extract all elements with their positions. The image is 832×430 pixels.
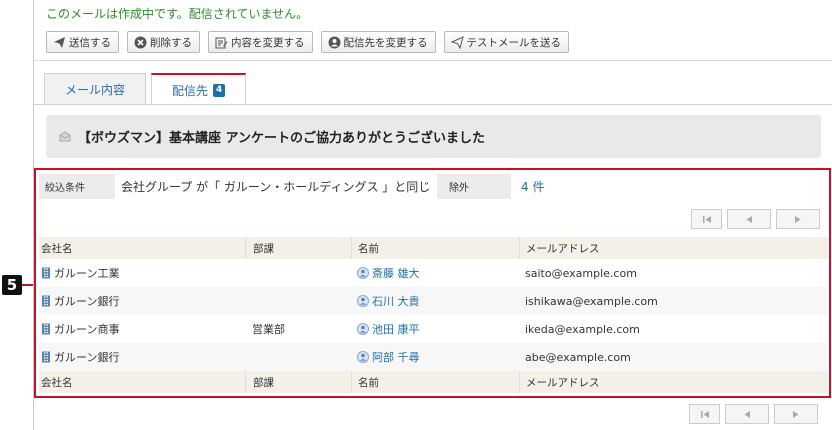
table-row: ガルーン工業 斎藤 雄大 saito@example.com bbox=[39, 259, 828, 287]
tab-bar: メール内容 配信先 4 bbox=[44, 73, 251, 105]
building-icon bbox=[41, 351, 51, 363]
first-page-button[interactable] bbox=[691, 209, 722, 229]
col-company: 会社名 bbox=[41, 242, 73, 255]
tab-mail-content-label: メール内容 bbox=[65, 82, 126, 97]
edit-content-label: 内容を変更する bbox=[231, 36, 305, 49]
edit-icon bbox=[215, 36, 228, 49]
edit-recipients-label: 配信先を変更する bbox=[343, 36, 428, 49]
toolbar-divider bbox=[34, 60, 832, 61]
col-email: メールアドレス bbox=[519, 237, 828, 259]
edit-content-button[interactable]: 内容を変更する bbox=[208, 31, 313, 53]
building-icon bbox=[41, 295, 51, 307]
mail-subject-bar: 【ボウズマン】基本講座 アンケートのご協力ありがとうございました bbox=[46, 115, 821, 158]
draft-notice: このメールは作成中です。配信されていません。 bbox=[46, 7, 309, 21]
prev-page-button[interactable] bbox=[727, 209, 771, 229]
exclude-label: 除外 bbox=[437, 174, 511, 199]
mail-subject: 【ボウズマン】基本講座 アンケートのご協力ありがとうございました bbox=[78, 131, 486, 146]
email-address: saito@example.com bbox=[525, 266, 637, 280]
company-name: ガルーン商事 bbox=[54, 323, 120, 336]
col-company: 会社名 bbox=[41, 376, 73, 389]
prev-page-button[interactable] bbox=[725, 404, 769, 424]
dept-name: 営業部 bbox=[252, 323, 285, 336]
first-page-button[interactable] bbox=[689, 404, 720, 424]
tab-underline bbox=[34, 104, 832, 105]
action-toolbar: 送信する 削除する 内容を変更する 配信先を変更する テストメールを送る bbox=[46, 31, 569, 53]
person-name-link[interactable]: 池田 康平 bbox=[372, 321, 420, 337]
exclude-count-link[interactable]: 4 件 bbox=[511, 174, 828, 199]
edit-recipients-button[interactable]: 配信先を変更する bbox=[320, 31, 436, 53]
filter-row: 絞込条件 会社グループ が「 ガルーン・ホールディングス 」と同じ 除外 4 件 bbox=[39, 174, 828, 199]
company-name: ガルーン銀行 bbox=[54, 295, 120, 308]
callout-marker: 5 bbox=[2, 275, 22, 295]
test-mail-label: テストメールを送る bbox=[466, 36, 562, 49]
tab-recipients-label: 配信先 bbox=[172, 83, 209, 98]
test-mail-button[interactable]: テストメールを送る bbox=[443, 31, 569, 53]
email-address: abe@example.com bbox=[525, 350, 631, 364]
filter-condition-label: 絞込条件 bbox=[39, 174, 115, 199]
person-name-link[interactable]: 斎藤 雄大 bbox=[372, 265, 420, 281]
pager-bottom bbox=[684, 404, 818, 424]
company-name: ガルーン銀行 bbox=[54, 351, 120, 364]
send-button[interactable]: 送信する bbox=[46, 31, 119, 53]
next-page-button[interactable] bbox=[776, 209, 820, 229]
send-label: 送信する bbox=[69, 36, 111, 49]
user-icon bbox=[357, 295, 369, 307]
person-name-link[interactable]: 石川 大貴 bbox=[372, 293, 420, 309]
col-name: 名前 bbox=[351, 371, 519, 393]
mail-icon bbox=[58, 130, 72, 144]
table-row: ガルーン商事 営業部 池田 康平 ikeda@example.com bbox=[39, 315, 828, 343]
recipients-count-badge: 4 bbox=[213, 83, 226, 97]
delete-icon bbox=[134, 36, 147, 49]
col-name: 名前 bbox=[351, 237, 519, 259]
recipients-table: 会社名 部課 名前 メールアドレス ガルーン工業 斎藤 雄大 saito@exa… bbox=[39, 237, 828, 393]
user-circle-icon bbox=[328, 36, 341, 49]
company-name: ガルーン工業 bbox=[54, 267, 120, 280]
delete-button[interactable]: 削除する bbox=[127, 31, 200, 53]
paper-plane-icon bbox=[450, 35, 464, 49]
user-icon bbox=[357, 267, 369, 279]
send-icon bbox=[53, 36, 66, 49]
pager-top bbox=[686, 209, 820, 229]
col-dept: 部課 bbox=[245, 371, 351, 393]
email-address: ishikawa@example.com bbox=[525, 294, 658, 308]
building-icon bbox=[41, 267, 51, 279]
filter-condition-value: 会社グループ が「 ガルーン・ホールディングス 」と同じ bbox=[121, 180, 431, 194]
recipients-section: 絞込条件 会社グループ が「 ガルーン・ホールディングス 」と同じ 除外 4 件… bbox=[34, 168, 831, 398]
table-row: ガルーン銀行 石川 大貴 ishikawa@example.com bbox=[39, 287, 828, 315]
person-name-link[interactable]: 阿部 千尋 bbox=[372, 349, 420, 365]
table-header: 会社名 部課 名前 メールアドレス bbox=[39, 237, 828, 259]
email-address: ikeda@example.com bbox=[525, 322, 640, 336]
user-icon bbox=[357, 351, 369, 363]
table-row: ガルーン銀行 阿部 千尋 abe@example.com bbox=[39, 343, 828, 371]
user-icon bbox=[357, 323, 369, 335]
col-dept: 部課 bbox=[245, 237, 351, 259]
table-footer-header: 会社名 部課 名前 メールアドレス bbox=[39, 371, 828, 393]
delete-label: 削除する bbox=[150, 36, 192, 49]
next-page-button[interactable] bbox=[774, 404, 818, 424]
tab-recipients[interactable]: 配信先 4 bbox=[151, 73, 247, 105]
main-panel: このメールは作成中です。配信されていません。 送信する 削除する 内容を変更する… bbox=[33, 0, 832, 430]
tab-mail-content[interactable]: メール内容 bbox=[44, 73, 147, 104]
col-email: メールアドレス bbox=[519, 371, 828, 393]
building-icon bbox=[41, 323, 51, 335]
